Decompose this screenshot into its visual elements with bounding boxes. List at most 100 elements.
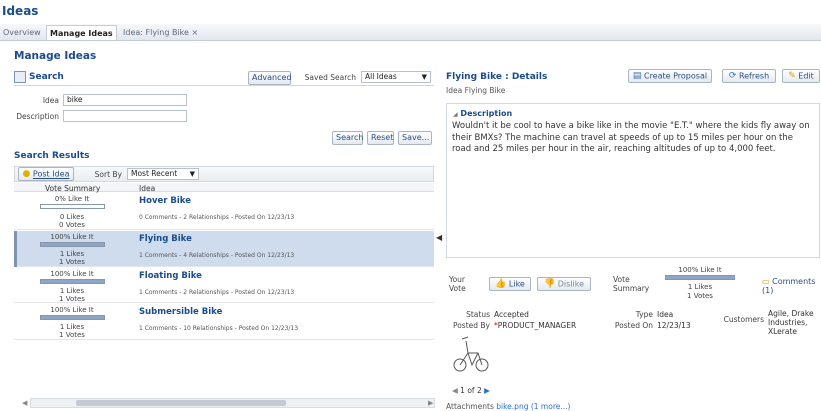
refresh-button[interactable]: ⟳ Refresh	[722, 69, 776, 83]
bike-image-thumbnail[interactable]	[452, 333, 492, 373]
row-likes: 1 Likes	[59, 250, 85, 258]
idea-label: Idea	[42, 96, 59, 105]
tab-manage-ideas[interactable]: Manage Ideas	[46, 25, 117, 40]
comments-link[interactable]: ▭ Comments (1)	[762, 277, 821, 295]
row-likes: 1 Likes	[59, 323, 85, 331]
row-votes: 0 Votes	[59, 221, 85, 229]
post-idea-button[interactable]: ● Post Idea	[18, 167, 74, 181]
scroll-right-icon[interactable]: ▶	[428, 399, 433, 407]
description-input[interactable]	[63, 110, 187, 122]
scroll-left-icon[interactable]: ◀	[22, 399, 27, 407]
refresh-label: Refresh	[738, 71, 770, 81]
type-label: Type	[635, 310, 653, 319]
comments-label: Comments (1)	[762, 277, 816, 295]
comment-icon: ▭	[762, 277, 770, 286]
row-idea-meta: 1 Comments - 10 Relationships - Posted O…	[139, 325, 299, 332]
posted-on-label: Posted On	[614, 321, 653, 330]
details-title: Flying Bike : Details	[446, 72, 548, 82]
description-label: Description	[16, 112, 59, 121]
row-idea-name[interactable]: Floating Bike	[139, 271, 202, 281]
posted-by-value: *PRODUCT_MANAGER	[494, 321, 576, 330]
dislike-button[interactable]: 👎 Dislike	[537, 277, 591, 291]
sort-select[interactable]: Most Recent ▼	[127, 168, 199, 180]
reset-button[interactable]: Reset	[367, 131, 394, 145]
customers-label: Customers	[723, 315, 764, 324]
sort-by-label: Sort By	[94, 170, 122, 179]
idea-input[interactable]: bike	[63, 94, 187, 106]
saved-search-select[interactable]: All Ideas ▼	[361, 71, 431, 83]
row-idea-meta: 0 Comments - 2 Relationships - Posted On…	[139, 214, 295, 221]
scrollbar-thumb[interactable]	[76, 400, 286, 406]
posted-by-label: Posted By	[452, 321, 490, 330]
row-vote-meter	[40, 204, 105, 209]
row-idea-name[interactable]: Submersible Bike	[139, 307, 222, 317]
dislike-label: Dislike	[557, 279, 585, 289]
advanced-button[interactable]: Advanced	[248, 71, 292, 85]
type-value: Idea	[657, 310, 674, 319]
pencil-icon: ✎	[788, 71, 796, 81]
collapse-arrow-icon[interactable]: ◀	[436, 233, 442, 242]
chevron-down-icon: ▼	[421, 73, 427, 81]
row-vote-meter	[40, 315, 105, 320]
customers-value: Agile, Drake Industries, XLerate	[768, 309, 814, 336]
row-votes: 1 Votes	[59, 331, 85, 339]
lightbulb-icon: ●	[22, 169, 31, 179]
your-vote-label: Your Vote	[449, 275, 466, 293]
like-button[interactable]: 👍 Like	[489, 277, 531, 291]
row-idea-meta: 1 Comments - 2 Relationships - Posted On…	[139, 289, 295, 296]
row-likes: 0 Likes	[59, 213, 85, 221]
attachments-link[interactable]: bike.png (1 more...)	[496, 402, 570, 411]
row-like-pct: 0% Like It	[54, 195, 90, 203]
create-proposal-label: Create Proposal	[643, 71, 708, 81]
attachments-label: Attachments	[446, 402, 494, 411]
row-votes: 1 Votes	[59, 258, 85, 266]
vote-summary-label: Vote Summary	[613, 275, 650, 293]
thumbs-up-icon: 👍	[495, 279, 507, 289]
row-like-pct: 100% Like It	[50, 233, 94, 241]
saved-search-label: Saved Search	[304, 73, 356, 82]
save-button[interactable]: Save...	[398, 131, 432, 145]
description-title: Description	[460, 109, 513, 118]
status-label: Status	[466, 310, 490, 319]
vs-like-pct: 100% Like It	[678, 266, 722, 274]
attachments-row: Attachments bike.png (1 more...)	[446, 402, 570, 411]
collapse-triangle-icon: ◢	[453, 111, 458, 118]
page-title: Manage Ideas	[14, 50, 97, 62]
search-section-icon	[14, 71, 26, 83]
next-arrow-icon[interactable]: ▶	[484, 386, 490, 395]
prev-arrow-icon[interactable]: ◀	[452, 386, 458, 395]
row-idea-name[interactable]: Hover Bike	[139, 196, 191, 206]
document-icon: ▤	[632, 71, 642, 81]
attachment-pager: ◀ 1 of 2 ▶	[452, 386, 490, 395]
row-like-pct: 100% Like It	[50, 306, 94, 314]
sort-value: Most Recent	[131, 169, 178, 178]
row-selection-marker	[14, 231, 17, 267]
tab-idea-flying-bike[interactable]: Idea: Flying Bike ×	[122, 25, 199, 40]
row-vote-meter	[40, 279, 105, 284]
edit-label: Edit	[798, 71, 814, 81]
post-idea-label: Post Idea	[32, 169, 70, 179]
search-button[interactable]: Search	[332, 131, 363, 145]
create-proposal-button[interactable]: ▤ Create Proposal	[628, 69, 712, 83]
edit-button[interactable]: ✎ Edit	[782, 69, 820, 83]
description-header[interactable]: ◢ Description	[453, 109, 512, 118]
vs-vote-meter	[665, 275, 735, 280]
posted-on-value: 12/23/13	[657, 321, 691, 330]
like-label: Like	[508, 279, 525, 289]
col-vote-summary: Vote Summary	[45, 184, 101, 193]
refresh-icon: ⟳	[728, 71, 737, 81]
divider	[14, 85, 434, 86]
horizontal-scrollbar[interactable]	[30, 398, 435, 408]
row-votes: 1 Votes	[59, 295, 85, 303]
results-toolbar	[14, 166, 434, 182]
search-title[interactable]: Search	[29, 72, 64, 82]
row-like-pct: 100% Like It	[50, 270, 94, 278]
saved-search-value: All Ideas	[365, 72, 397, 81]
row-likes: 1 Likes	[59, 287, 85, 295]
tab-overview[interactable]: Overview	[2, 25, 42, 40]
app-title: Ideas	[2, 4, 39, 18]
col-idea: Idea	[139, 184, 156, 193]
row-idea-name[interactable]: Flying Bike	[139, 234, 192, 244]
thumbs-down-icon: 👎	[543, 279, 556, 289]
details-idea-label-text: Idea	[446, 86, 463, 95]
